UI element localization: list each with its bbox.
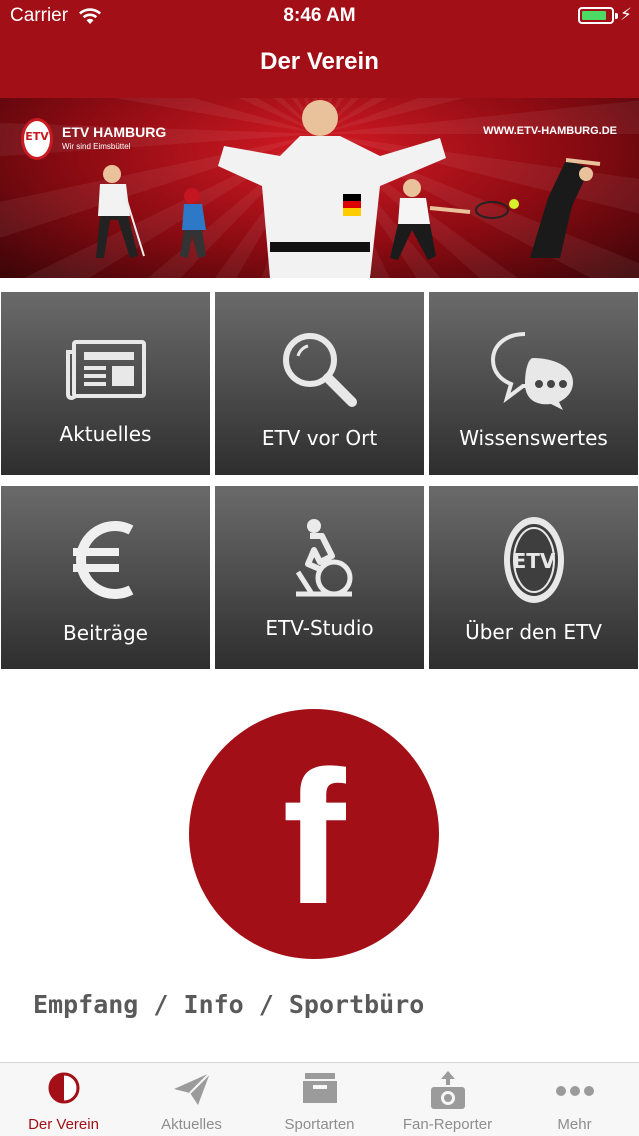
tile-wissenswertes[interactable]: Wissenswertes (429, 292, 638, 475)
tab-label: Aktuelles (161, 1116, 222, 1133)
tab-der-verein[interactable]: Der Verein (0, 1063, 127, 1136)
tile-label: ETV vor Ort (261, 426, 378, 450)
tile-label: Aktuelles (59, 422, 152, 446)
tile-beitraege[interactable]: Beiträge (1, 486, 210, 669)
tab-bar: Der Verein Aktuelles Sportarten Fan-Repo… (0, 1062, 639, 1136)
hero-banner: ETV ETV HAMBURG Wir sind Eimsbüttel WWW.… (0, 98, 639, 278)
status-bar: Carrier 8:46 AM ⚡ (0, 0, 639, 34)
svg-text:ETV: ETV (512, 549, 555, 573)
tab-fan-reporter[interactable]: Fan-Reporter (384, 1063, 511, 1136)
page-title: Der Verein (260, 48, 379, 75)
paper-plane-icon (173, 1072, 211, 1105)
tile-label: Beiträge (63, 621, 148, 645)
tile-aktuelles[interactable]: Aktuelles (1, 292, 210, 475)
etv-logo-icon: ETV (503, 517, 564, 603)
euro-icon (72, 521, 133, 599)
section-title: Empfang / Info / Sportbüro (33, 990, 425, 1019)
athletes-image (96, 100, 601, 278)
tab-label: Fan-Reporter (402, 1116, 493, 1133)
speech-bubbles-icon (490, 332, 573, 410)
tab-aktuelles[interactable]: Aktuelles (128, 1063, 255, 1136)
tile-label: ETV-Studio (265, 616, 374, 640)
more-icon (555, 1086, 594, 1096)
tab-label: Der Verein (28, 1116, 99, 1133)
camera-upload-icon (430, 1071, 465, 1109)
tab-label: Mehr (557, 1116, 592, 1133)
tab-mehr[interactable]: Mehr (511, 1063, 638, 1136)
tile-label: Über den ETV (465, 620, 602, 644)
tile-ueber-den-etv[interactable]: ETV Über den ETV (429, 486, 638, 669)
magnifier-icon (282, 333, 357, 407)
club-icon (48, 1072, 79, 1104)
tile-label: Wissenswertes (459, 426, 608, 450)
exercise-bike-icon (295, 519, 352, 597)
inbox-icon (302, 1073, 337, 1103)
tab-sportarten[interactable]: Sportarten (256, 1063, 383, 1136)
newspaper-icon (65, 340, 146, 401)
battery-icon (578, 7, 618, 24)
tile-etv-vor-ort[interactable]: ETV vor Ort (215, 292, 424, 475)
facebook-icon: f (282, 732, 346, 944)
tab-label: Sportarten (284, 1116, 355, 1133)
clock-label: 8:46 AM (283, 5, 356, 26)
navigation-bar: Carrier 8:46 AM ⚡ Der Verein (0, 0, 639, 98)
facebook-button[interactable]: f (189, 709, 439, 959)
tile-etv-studio[interactable]: ETV-Studio (215, 486, 424, 669)
charging-bolt-icon: ⚡ (620, 5, 632, 25)
